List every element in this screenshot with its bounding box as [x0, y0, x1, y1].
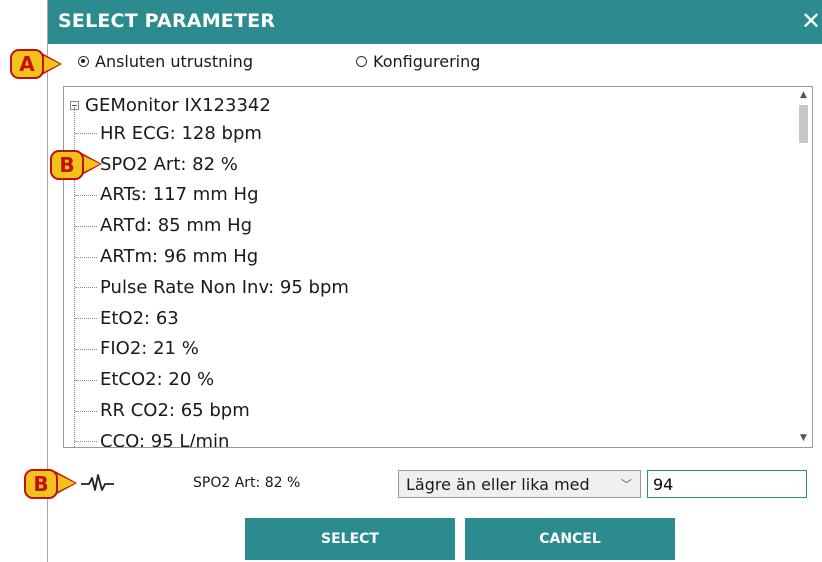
badge-a-pointer [42, 55, 60, 73]
cancel-button[interactable]: CANCEL [465, 518, 675, 560]
radio-unselected-icon[interactable] [356, 56, 367, 67]
scroll-up-icon[interactable]: ▲ [799, 91, 808, 100]
radio-connected-equipment[interactable]: Ansluten utrustning [78, 52, 253, 71]
tree-item[interactable]: ARTm: 96 mm Hg [64, 241, 784, 272]
dialog-titlebar: SELECT PARAMETER ✕ [48, 0, 822, 44]
badge-b2-pointer [57, 474, 75, 492]
select-button[interactable]: SELECT [245, 518, 455, 560]
radio-selected-icon[interactable] [78, 56, 89, 67]
tree-item[interactable]: FIO2: 21 % [64, 334, 784, 365]
tree-item[interactable]: EtCO2: 20 % [64, 364, 784, 395]
tree-item[interactable]: CCO: 95 L/min [64, 426, 784, 447]
scroll-down-icon[interactable]: ▼ [799, 434, 808, 443]
threshold-value-input[interactable] [647, 470, 807, 498]
callout-badge-b-list: B [50, 150, 84, 180]
tree-item[interactable]: Pulse Rate Non Inv: 95 bpm [64, 272, 784, 303]
tree-root-node[interactable]: GEMonitor IX123342 [70, 91, 271, 119]
tree-item[interactable]: EtO2: 63 [64, 303, 784, 334]
tree-item[interactable]: ARTd: 85 mm Hg [64, 210, 784, 241]
callout-badge-b-bottom: B [24, 469, 58, 499]
vertical-scrollbar[interactable]: ▲ ▼ [795, 87, 812, 447]
tree-item[interactable]: HR ECG: 128 bpm [64, 118, 784, 149]
selected-parameter-label: SPO2 Art: 82 % [193, 475, 301, 491]
comparison-operator-value: Lägre än eller lika med [406, 474, 590, 494]
dialog-title: SELECT PARAMETER [58, 10, 276, 32]
tree-collapse-icon[interactable] [70, 100, 79, 110]
radio-label-connected-equipment: Ansluten utrustning [95, 52, 253, 71]
close-icon[interactable]: ✕ [800, 6, 822, 38]
chevron-down-icon[interactable]: ﹀ [621, 476, 632, 492]
badge-b-pointer [82, 155, 100, 173]
tree-item[interactable]: RR CO2: 65 bpm [64, 395, 784, 426]
pulse-waveform-icon [81, 474, 114, 491]
comparison-operator-select[interactable]: Lägre än eller lika med ﹀ [398, 470, 641, 498]
tree-items: HR ECG: 128 bpm SPO2 Art: 82 % ARTs: 117… [64, 118, 784, 447]
tree-item[interactable]: SPO2 Art: 82 % [64, 149, 784, 180]
scrollbar-thumb[interactable] [799, 105, 808, 143]
parameter-tree-list[interactable]: GEMonitor IX123342 HR ECG: 128 bpm SPO2 … [63, 86, 813, 448]
radio-label-configuration: Konfigurering [373, 52, 481, 71]
tree-item[interactable]: ARTs: 117 mm Hg [64, 180, 784, 211]
tree-root-label: GEMonitor IX123342 [85, 94, 271, 116]
callout-badge-a: A [10, 49, 44, 79]
radio-configuration[interactable]: Konfigurering [356, 52, 480, 71]
